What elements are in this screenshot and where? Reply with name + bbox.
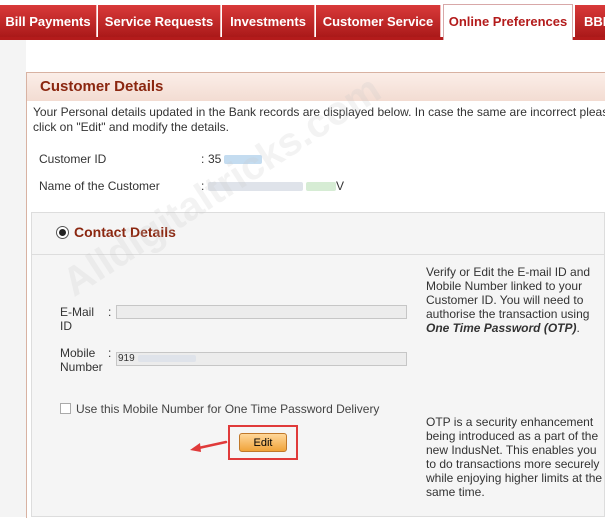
customer-name-colon: : bbox=[201, 179, 205, 193]
redacted-block bbox=[306, 182, 336, 192]
email-label: E-Mail ID bbox=[60, 305, 95, 333]
redacted-block bbox=[137, 354, 196, 362]
divider bbox=[32, 254, 605, 255]
mobile-label: Mobile Number bbox=[60, 346, 103, 374]
customer-id-text: 35 bbox=[208, 152, 222, 166]
contact-info-body: Verify or Edit the E-mail ID and Mobile … bbox=[426, 265, 591, 321]
mobile-number-text: 919 bbox=[118, 353, 135, 364]
otp-delivery-label: Use this Mobile Number for One Time Pass… bbox=[76, 402, 380, 416]
tab-investments[interactable]: Investments bbox=[222, 5, 315, 38]
customer-details-intro: Your Personal details updated in the Ban… bbox=[33, 105, 605, 134]
contact-details-title: Contact Details bbox=[74, 224, 176, 240]
customer-details-header: Customer Details bbox=[27, 73, 605, 101]
contact-details-section: Contact Details E-Mail ID : Mobile Numbe… bbox=[31, 212, 605, 517]
mobile-number-field[interactable]: 919 bbox=[116, 352, 407, 366]
top-navigation: Bill Payments Service Requests Investmen… bbox=[0, 0, 605, 40]
tab-bbe[interactable]: BBE bbox=[575, 5, 605, 38]
tab-online-preferences[interactable]: Online Preferences bbox=[443, 4, 573, 40]
contact-info-end: . bbox=[576, 321, 580, 335]
customer-id-value: 35 bbox=[208, 152, 263, 166]
redacted-block bbox=[224, 155, 263, 165]
edit-highlight-box: Edit bbox=[228, 425, 298, 460]
email-field[interactable] bbox=[116, 305, 407, 319]
email-colon: : bbox=[108, 305, 112, 319]
edit-button[interactable]: Edit bbox=[239, 433, 287, 452]
left-margin bbox=[0, 40, 26, 517]
mobile-colon: : bbox=[108, 346, 112, 360]
redacted-block bbox=[208, 182, 303, 192]
tab-customer-service[interactable]: Customer Service bbox=[316, 5, 441, 38]
customer-name-value: V bbox=[208, 179, 344, 193]
customer-details-title: Customer Details bbox=[40, 78, 164, 95]
customer-name-label: Name of the Customer bbox=[39, 179, 160, 193]
customer-name-text: V bbox=[336, 179, 345, 193]
arrow-icon bbox=[190, 440, 228, 452]
tab-bill-payments[interactable]: Bill Payments bbox=[0, 5, 97, 38]
contact-info-text: Verify or Edit the E-mail ID and Mobile … bbox=[426, 265, 604, 335]
contact-details-radio[interactable] bbox=[56, 226, 69, 239]
customer-id-colon: : bbox=[201, 152, 205, 166]
otp-delivery-checkbox[interactable] bbox=[60, 403, 71, 414]
otp-emphasis: One Time Password (OTP) bbox=[426, 321, 577, 335]
otp-info-text: OTP is a security enhancement being intr… bbox=[426, 415, 603, 499]
tab-service-requests[interactable]: Service Requests bbox=[98, 5, 221, 38]
customer-id-label: Customer ID bbox=[39, 152, 107, 166]
contact-details-header: Contact Details bbox=[32, 213, 605, 253]
